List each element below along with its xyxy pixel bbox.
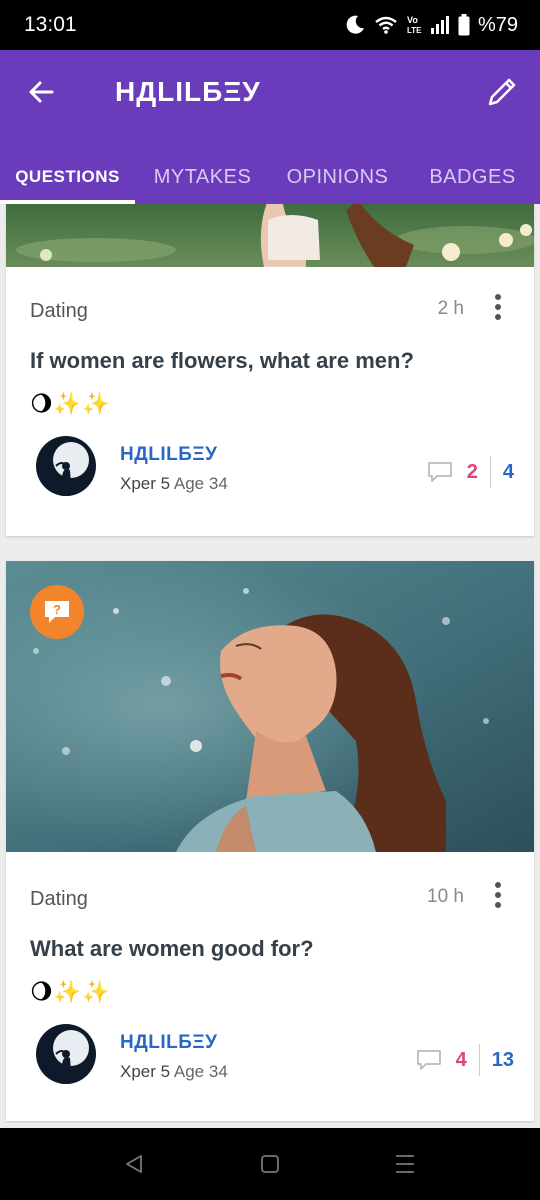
question-emoji: 🌖✨✨ (30, 979, 111, 1004)
post-time: 2 h (437, 298, 464, 319)
svg-text:Vo: Vo (407, 15, 418, 25)
do-not-disturb-moon-icon (346, 15, 364, 34)
status-bar: 13:01 Vo LTE %79 (0, 0, 540, 50)
tab-label: OPINIONS (286, 165, 389, 188)
triangle-back-icon (126, 1155, 142, 1173)
avatar[interactable] (36, 1024, 96, 1084)
question-badge: ? (30, 585, 84, 639)
author-meta: Xper 5 Age 34 (120, 474, 228, 494)
comment-icon (427, 462, 452, 482)
more-options-button[interactable] (486, 290, 510, 324)
author-name[interactable]: НДLILБΞУ (120, 1032, 217, 1054)
tab-opinions[interactable]: OPINIONS (270, 150, 405, 204)
status-time: 13:01 (24, 13, 77, 36)
volte-icon: Vo LTE (407, 15, 422, 35)
category-label[interactable]: Dating (30, 888, 88, 911)
tab-label: BADGES (429, 165, 516, 188)
battery-percent: %79 (477, 13, 518, 36)
more-vertical-icon (495, 294, 501, 320)
question-emoji: 🌖✨✨ (30, 391, 111, 416)
nav-back-button[interactable] (124, 1154, 144, 1179)
more-options-button[interactable] (486, 878, 510, 912)
page-title: НДLILБΞУ (115, 76, 261, 107)
signal-icon (430, 16, 449, 34)
category-label[interactable]: Dating (30, 300, 88, 323)
tab-bar: QUESTIONS MYTAKES OPINIONS BADGES (0, 150, 540, 204)
comment-count: 4 (455, 1048, 467, 1071)
arrow-left-icon (29, 81, 54, 103)
question-cover-image[interactable] (6, 204, 534, 267)
system-navigation-bar (0, 1128, 540, 1200)
author-age: Age 34 (173, 1062, 228, 1081)
tab-questions[interactable]: QUESTIONS (0, 150, 135, 204)
square-home-icon (261, 1155, 279, 1173)
nav-home-button[interactable] (260, 1154, 280, 1179)
stats-divider (478, 1044, 480, 1076)
back-button[interactable] (22, 72, 62, 112)
svg-text:LTE: LTE (407, 26, 422, 35)
comment-count: 2 (466, 460, 478, 483)
question-feed[interactable]: Dating 2 h If women are flowers, what ar… (0, 204, 540, 1128)
tab-label: QUESTIONS (15, 167, 120, 186)
question-card[interactable]: Dating 2 h If women are flowers, what ar… (6, 204, 534, 536)
nav-recents-button[interactable] (394, 1153, 416, 1180)
pencil-icon (488, 78, 516, 106)
question-title[interactable]: What are women good for? (30, 936, 314, 962)
author-age: Age 34 (173, 474, 228, 493)
author-meta: Xper 5 Age 34 (120, 1062, 228, 1082)
app-bar: НДLILБΞУ QUESTIONS MYTAKES OPINIONS BADG… (0, 50, 540, 204)
menu-lines-icon (396, 1155, 414, 1173)
more-vertical-icon (495, 882, 501, 908)
question-card[interactable]: ? Dating 10 h What are women good for? 🌖… (6, 561, 534, 1121)
post-time: 10 h (427, 886, 464, 907)
question-title[interactable]: If women are flowers, what are men? (30, 348, 414, 374)
author-name[interactable]: НДLILБΞУ (120, 444, 217, 466)
battery-icon (458, 14, 470, 36)
question-badge-icon: ? (45, 601, 69, 623)
tab-mytakes[interactable]: MYTAKES (135, 150, 270, 204)
question-cover-image[interactable]: ? (6, 561, 534, 852)
opinion-count: 13 (491, 1048, 514, 1071)
author-level: Xper 5 (120, 474, 171, 493)
status-icons: Vo LTE %79 (344, 11, 518, 39)
post-stats[interactable]: 2 4 (427, 455, 514, 489)
svg-text:?: ? (53, 602, 61, 617)
avatar[interactable] (36, 436, 96, 496)
wifi-icon (375, 16, 397, 34)
edit-button[interactable] (482, 72, 522, 112)
stats-divider (489, 456, 491, 488)
author-level: Xper 5 (120, 1062, 171, 1081)
opinion-count: 4 (502, 460, 514, 483)
tab-label: MYTAKES (153, 165, 252, 188)
tab-badges[interactable]: BADGES (405, 150, 540, 204)
comment-icon (416, 1050, 441, 1070)
post-stats[interactable]: 4 13 (416, 1043, 514, 1077)
